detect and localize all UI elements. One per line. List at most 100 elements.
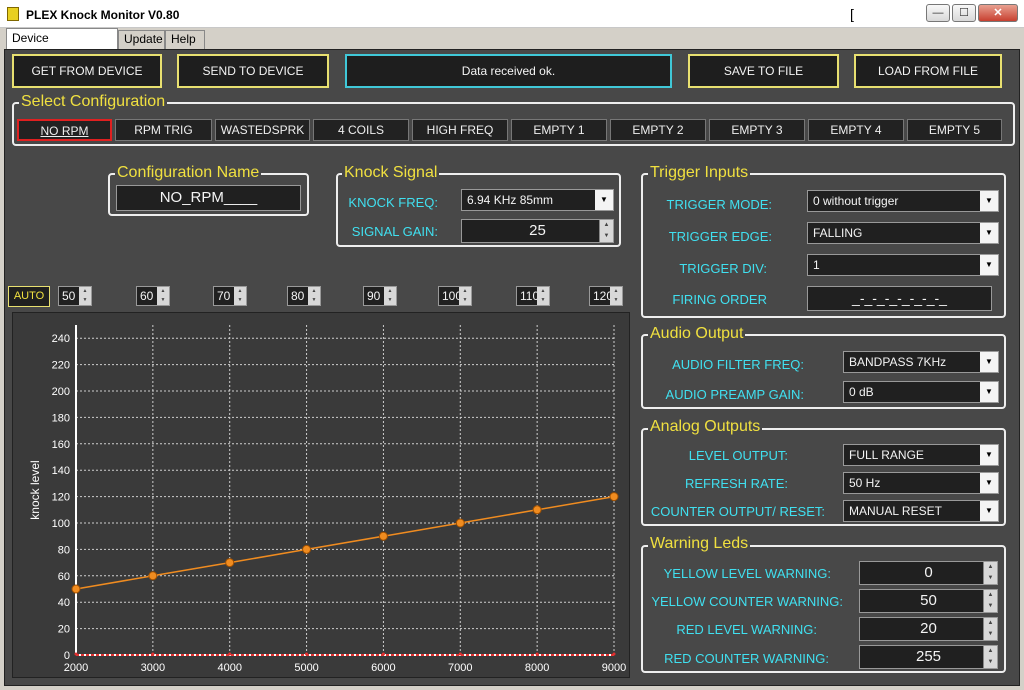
signal-gain-stepper[interactable]: 25 ▲ ▼ [461, 219, 614, 243]
spin-up-icon[interactable]: ▲ [983, 646, 997, 657]
auto-button[interactable]: AUTO [8, 286, 50, 307]
trigger-edge-dropdown[interactable]: FALLING ▼ [807, 222, 999, 244]
chevron-down-icon[interactable]: ▼ [980, 445, 998, 465]
spin-down-icon[interactable]: ▼ [983, 601, 997, 612]
spin-down-icon[interactable]: ▼ [983, 657, 997, 668]
tab-help[interactable]: Help [165, 30, 205, 49]
red-level-stepper[interactable]: 20 ▲ ▼ [859, 617, 998, 641]
spin-down-icon[interactable]: ▼ [234, 296, 246, 305]
trigger-div-value: 1 [813, 258, 820, 272]
refresh-rate-dropdown[interactable]: 50 Hz ▼ [843, 472, 999, 494]
spin-down-icon[interactable]: ▼ [599, 231, 613, 242]
spin-up-icon[interactable]: ▲ [308, 287, 320, 296]
x-tick-label: 7000 [448, 662, 472, 674]
maximize-button[interactable]: ☐ [952, 4, 976, 22]
audio-output-title: Audio Output [648, 325, 746, 343]
x-tick-label: 9000 [602, 662, 626, 674]
spin-up-icon[interactable]: ▲ [599, 220, 613, 231]
counter-output-dropdown[interactable]: MANUAL RESET ▼ [843, 500, 999, 522]
get-from-device-button[interactable]: GET FROM DEVICE [12, 54, 162, 88]
chart-svg: 0 20 40 60 80 100 120 140 160 180 200 220 240 2000 300… [28, 325, 626, 674]
audio-preamp-dropdown[interactable]: 0 dB ▼ [843, 381, 999, 403]
app-icon [7, 7, 19, 21]
config-button[interactable]: EMPTY 1 [511, 119, 607, 141]
spin-down-icon[interactable]: ▼ [610, 296, 622, 305]
send-to-device-button[interactable]: SEND TO DEVICE [177, 54, 329, 88]
spin-up-icon[interactable]: ▲ [983, 618, 997, 629]
config-button[interactable]: WASTEDSPRK [215, 119, 310, 141]
rpm-threshold-stepper[interactable]: 90 ▲ ▼ [363, 286, 397, 306]
rpm-threshold-stepper[interactable]: 110 ▲ ▼ [516, 286, 550, 306]
chevron-down-icon[interactable]: ▼ [980, 191, 998, 211]
trigger-div-dropdown[interactable]: 1 ▼ [807, 254, 999, 276]
spin-down-icon[interactable]: ▼ [79, 296, 91, 305]
red-counter-value: 255 [915, 648, 942, 665]
knock-freq-dropdown[interactable]: 6.94 KHz 85mm ▼ [461, 189, 614, 211]
config-button[interactable]: RPM TRIG [115, 119, 212, 141]
trigger-mode-value: 0 without trigger [813, 194, 899, 208]
load-from-file-button[interactable]: LOAD FROM FILE [854, 54, 1002, 88]
rpm-threshold-stepper[interactable]: 80 ▲ ▼ [287, 286, 321, 306]
chevron-down-icon[interactable]: ▼ [980, 255, 998, 275]
config-button[interactable]: NO RPM [17, 119, 112, 141]
tab-update[interactable]: Update [118, 30, 165, 49]
spin-up-icon[interactable]: ▲ [79, 287, 91, 296]
spin-up-icon[interactable]: ▲ [537, 287, 549, 296]
chevron-down-icon[interactable]: ▼ [980, 352, 998, 372]
spin-up-icon[interactable]: ▲ [157, 287, 169, 296]
firing-order-input[interactable]: _-_-_-_-_-_-_-_ [807, 286, 992, 311]
spin-down-icon[interactable]: ▼ [157, 296, 169, 305]
spin-down-icon[interactable]: ▼ [983, 629, 997, 640]
spin-up-icon[interactable]: ▲ [234, 287, 246, 296]
close-button[interactable]: ✕ [978, 4, 1018, 22]
title-bar: PLEX Knock Monitor V0.80 [ — ☐ ✕ [0, 0, 1024, 28]
chevron-down-icon[interactable]: ▼ [595, 190, 613, 210]
config-button[interactable]: 4 COILS [313, 119, 409, 141]
red-level-value: 20 [920, 620, 937, 637]
trigger-mode-dropdown[interactable]: 0 without trigger ▼ [807, 190, 999, 212]
configuration-name-input[interactable]: NO_RPM____ [116, 185, 301, 211]
config-button[interactable]: EMPTY 3 [709, 119, 805, 141]
spin-down-icon[interactable]: ▼ [308, 296, 320, 305]
chevron-down-icon[interactable]: ▼ [980, 382, 998, 402]
y-tick-label: 120 [52, 492, 70, 504]
chevron-down-icon[interactable]: ▼ [980, 473, 998, 493]
yellow-level-stepper[interactable]: 0 ▲ ▼ [859, 561, 998, 585]
chevron-down-icon[interactable]: ▼ [980, 501, 998, 521]
config-button[interactable]: EMPTY 5 [907, 119, 1002, 141]
data-point [305, 652, 309, 656]
spin-up-icon[interactable]: ▲ [983, 590, 997, 601]
minimize-button[interactable]: — [926, 4, 950, 22]
yellow-counter-stepper[interactable]: 50 ▲ ▼ [859, 589, 998, 613]
spin-down-icon[interactable]: ▼ [459, 296, 471, 305]
spin-up-icon[interactable]: ▲ [610, 287, 622, 296]
save-to-file-button[interactable]: SAVE TO FILE [688, 54, 839, 88]
level-output-dropdown[interactable]: FULL RANGE ▼ [843, 444, 999, 466]
audio-filter-label: AUDIO FILTER FREQ: [672, 357, 804, 372]
y-tick-label: 100 [52, 518, 70, 530]
spin-up-icon[interactable]: ▲ [459, 287, 471, 296]
spin-down-icon[interactable]: ▼ [537, 296, 549, 305]
red-counter-stepper[interactable]: 255 ▲ ▼ [859, 645, 998, 669]
rpm-threshold-stepper[interactable]: 120 ▲ ▼ [589, 286, 623, 306]
rpm-threshold-stepper[interactable]: 100 ▲ ▼ [438, 286, 472, 306]
chevron-down-icon[interactable]: ▼ [980, 223, 998, 243]
config-button[interactable]: HIGH FREQ [412, 119, 508, 141]
data-point [532, 505, 542, 515]
spin-up-icon[interactable]: ▲ [384, 287, 396, 296]
config-button[interactable]: EMPTY 4 [808, 119, 904, 141]
tab-device-configuration[interactable]: Device Configuration [6, 28, 118, 64]
trigger-mode-label: TRIGGER MODE: [666, 197, 772, 212]
warning-leds-title: Warning Leds [648, 535, 751, 553]
rpm-threshold-stepper[interactable]: 50 ▲ ▼ [58, 286, 92, 306]
spin-down-icon[interactable]: ▼ [384, 296, 396, 305]
spin-down-icon[interactable]: ▼ [983, 573, 997, 584]
audio-filter-dropdown[interactable]: BANDPASS 7KHz ▼ [843, 351, 999, 373]
spin-up-icon[interactable]: ▲ [983, 562, 997, 573]
rpm-threshold-stepper[interactable]: 60 ▲ ▼ [136, 286, 170, 306]
data-point [302, 544, 312, 554]
rpm-threshold-stepper[interactable]: 70 ▲ ▼ [213, 286, 247, 306]
config-button[interactable]: EMPTY 2 [610, 119, 706, 141]
x-tick-label: 3000 [141, 662, 165, 674]
yellow-counter-value: 50 [920, 592, 937, 609]
